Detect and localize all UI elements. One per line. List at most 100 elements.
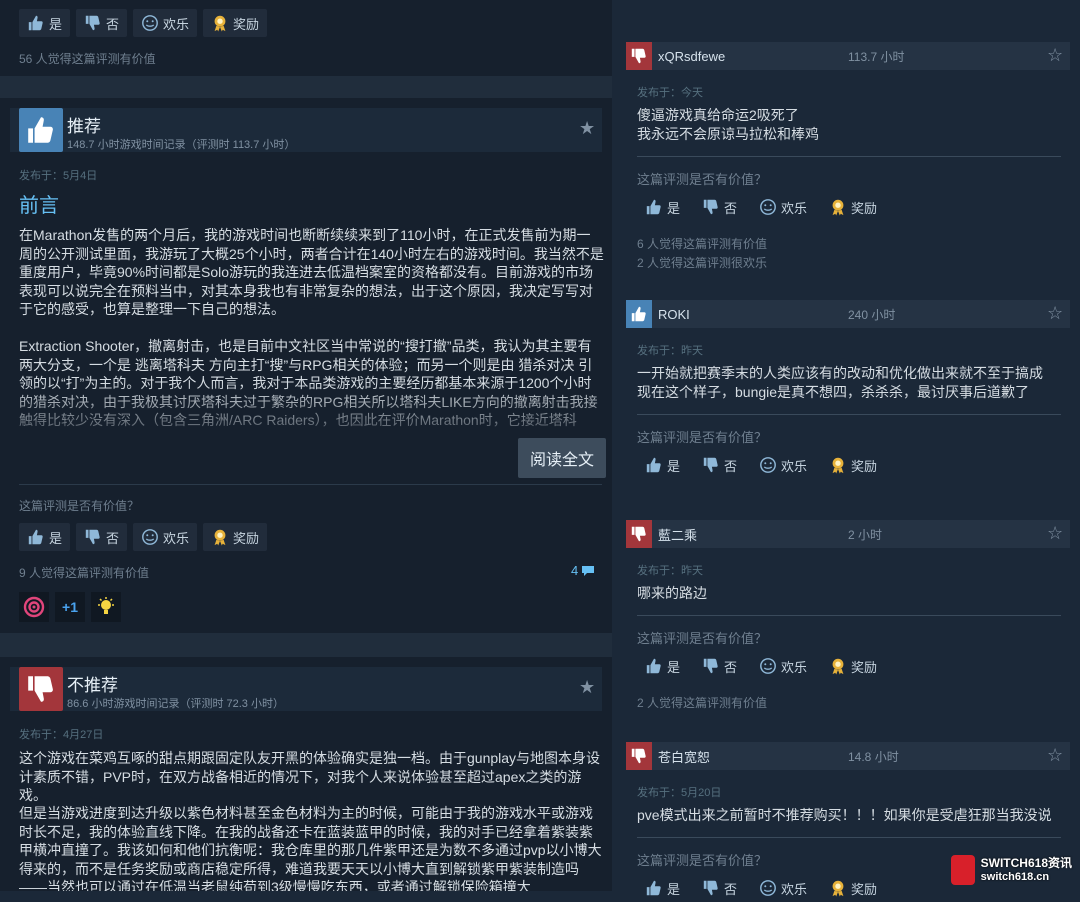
switch-logo-icon [950, 855, 975, 885]
comment-card: xQRsdfewe 113.7 小时 [626, 42, 1070, 70]
recommended-thumb [19, 108, 63, 152]
vote-funny-label: 欢乐 [781, 458, 808, 474]
comment-text-line: 一开始就把赛季末的人类应该有的改动和优化做出来就不至于搞成 [637, 365, 1043, 381]
award-button[interactable]: 奖励 [821, 451, 885, 479]
vote-yes-label: 是 [667, 881, 681, 897]
comment-header: 藍二乘 2 小时 [626, 520, 1070, 548]
watermark: SWITCH618资讯 switch618.cn [950, 855, 1072, 885]
watermark-line-1: SWITCH618资讯 [980, 856, 1072, 870]
award-button[interactable]: 奖励 [203, 9, 268, 37]
vote-yes-button[interactable]: 是 [19, 523, 71, 551]
thumbs-up-icon [646, 199, 661, 215]
thumbs-down-icon [626, 42, 652, 70]
review-separator [0, 633, 612, 657]
vote-yes-label: 是 [49, 530, 63, 546]
review-paragraph-1: 这个游戏在菜鸡互啄的甜点期跟固定队友开黑的体验确实是独一档。由于gunplay与… [19, 750, 601, 803]
divider [637, 837, 1061, 838]
commenter-hours: 240 小时 [848, 307, 896, 322]
helpful-question: 这篇评测是否有价值？ [19, 499, 140, 513]
commenter-hours: 14.8 小时 [848, 749, 899, 764]
vote-yes-label: 是 [49, 16, 63, 32]
vote-yes-label: 是 [667, 200, 681, 216]
award-button[interactable]: 奖励 [821, 874, 885, 902]
lightbulb-award-icon[interactable] [91, 592, 121, 622]
helpful-count-top: 56 人觉得这篇评测有价值 [19, 52, 156, 66]
comment-count-link[interactable]: 4 [571, 563, 595, 578]
award-button[interactable]: 奖励 [203, 523, 268, 551]
divider [637, 156, 1061, 157]
award-button[interactable]: 奖励 [821, 652, 885, 680]
review-hours: 148.7 小时游戏时间记录（评测时 113.7 小时） [67, 139, 296, 151]
vote-no-button[interactable]: 否 [694, 874, 745, 902]
vote-yes-button[interactable]: 是 [19, 9, 71, 37]
star-icon[interactable]: ★ [579, 118, 595, 139]
comment-helpful-stat: 2 人觉得这篇评测有价值 [637, 696, 768, 710]
award-label: 奖励 [851, 200, 878, 216]
helpful-question: 这篇评测是否有价值？ [637, 172, 768, 187]
thumbs-down-icon [28, 676, 53, 702]
smiley-icon [760, 457, 776, 473]
review-separator [0, 76, 612, 98]
vote-funny-button[interactable]: 欢乐 [751, 451, 815, 479]
vote-no-button[interactable]: 否 [694, 193, 745, 221]
award-medal-icon [214, 15, 226, 32]
helpful-question: 这篇评测是否有价值？ [637, 853, 768, 868]
star-icon[interactable]: ☆ [1047, 523, 1063, 544]
smiley-icon [760, 880, 776, 896]
review-verdict: 不推荐 [67, 676, 118, 695]
commenter-hours: 2 小时 [848, 527, 883, 542]
commenter-name[interactable]: 苍白宽恕 [658, 747, 848, 766]
comment-posted-date: 发布于：5月20日 [637, 787, 722, 799]
vote-yes-button[interactable]: 是 [637, 193, 688, 221]
vote-row: 是 否 欢乐 奖励 [19, 523, 268, 551]
review-posted-date: 发布于：5月4日 [19, 170, 98, 182]
vote-no-label: 否 [724, 458, 738, 474]
vote-no-button[interactable]: 否 [694, 652, 745, 680]
comment-text-line: 现在这个样子，bungie是真不想四，杀杀杀，最讨厌事后道歉了 [637, 384, 1030, 400]
star-icon[interactable]: ★ [579, 677, 595, 698]
comment-header: ROKI 240 小时 [626, 300, 1070, 328]
vote-no-button[interactable]: 否 [694, 451, 745, 479]
thumbs-down-icon [703, 199, 718, 215]
helpful-count: 9 人觉得这篇评测有价值 [19, 566, 150, 580]
vote-funny-button[interactable]: 欢乐 [133, 523, 198, 551]
awards-row: +1 [19, 592, 121, 622]
commenter-name[interactable]: xQRsdfewe [658, 49, 848, 64]
thumbs-up-icon [28, 117, 53, 143]
helpful-question: 这篇评测是否有价值？ [637, 631, 768, 646]
star-icon[interactable]: ☆ [1047, 45, 1063, 66]
thumbs-down-icon [626, 742, 652, 770]
star-icon[interactable]: ☆ [1047, 303, 1063, 324]
vote-yes-button[interactable]: 是 [637, 874, 688, 902]
commenter-name[interactable]: ROKI [658, 307, 848, 322]
watermark-line-2: switch618.cn [980, 871, 1050, 883]
award-medal-icon [832, 880, 844, 897]
vote-funny-button[interactable]: 欢乐 [133, 9, 198, 37]
review-paragraph-1: 在Marathon发售的两个月后，我的游戏时间也断断续续来到了110小时，在正式… [19, 227, 604, 317]
award-button[interactable]: 奖励 [821, 193, 885, 221]
comment-text-line: 傻逼游戏真给命运2吸死了 [637, 107, 799, 123]
vote-yes-button[interactable]: 是 [637, 451, 688, 479]
thumbs-down-icon [703, 658, 718, 674]
smiley-icon [760, 658, 776, 674]
vote-yes-button[interactable]: 是 [637, 652, 688, 680]
comment-count: 4 [571, 563, 579, 578]
vote-funny-label: 欢乐 [163, 16, 190, 32]
divider [637, 414, 1061, 415]
comment-posted-date: 发布于：昨天 [637, 565, 703, 577]
vote-no-button[interactable]: 否 [76, 9, 128, 37]
thumbs-up-icon [28, 529, 43, 545]
vote-funny-button[interactable]: 欢乐 [751, 874, 815, 902]
commenter-name[interactable]: 藍二乘 [658, 525, 848, 544]
comment-text-line: pve模式出来之前暂时不推荐购买！！！如果你是受虐狂那当我没说 [637, 807, 1052, 823]
vote-no-button[interactable]: 否 [76, 523, 128, 551]
vote-funny-button[interactable]: 欢乐 [751, 193, 815, 221]
read-more-button[interactable]: 阅读全文 [518, 438, 607, 478]
target-award-icon[interactable] [19, 592, 49, 622]
plus-one-award-icon[interactable]: +1 [55, 592, 85, 622]
review-paragraph-2: 但是当游戏进度到达升级以紫色材料甚至金色材料为主的时候，可能由于我的游戏水平或游… [19, 805, 602, 891]
commenter-hours: 113.7 小时 [848, 49, 905, 64]
vote-funny-button[interactable]: 欢乐 [751, 652, 815, 680]
comment-posted-date: 发布于：今天 [637, 87, 703, 99]
star-icon[interactable]: ☆ [1047, 745, 1063, 766]
